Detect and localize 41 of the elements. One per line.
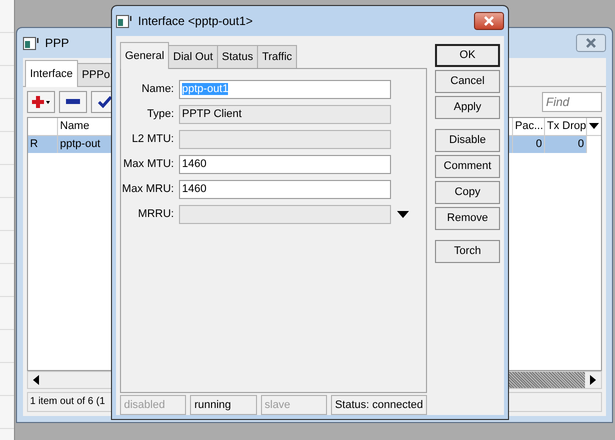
close-icon[interactable] [585,38,597,48]
status-cell: Status: connected [330,395,427,415]
tab[interactable]: Dial Out [168,45,218,68]
input-field[interactable]: 1460 [179,180,391,198]
add-button[interactable] [27,90,55,112]
window-title: PPP [45,35,70,52]
search-field[interactable]: Find [542,92,602,112]
flag-cell: R [28,136,58,152]
dialog-button[interactable]: Disable [435,129,500,152]
plus-icon[interactable] [31,94,51,108]
table-cell: 0 [513,136,545,152]
window-title: Interface <pptp-out1> [138,13,253,30]
status-cell: running [190,395,257,415]
field-label: Max MRU: [121,182,175,197]
close-button[interactable] [474,12,504,30]
remove-button[interactable] [59,90,87,112]
status-cell: disabled [120,395,186,415]
column-header[interactable]: Tx Drop [545,118,587,134]
status-cell: slave [260,395,327,415]
dialog-button[interactable]: Apply [435,96,500,119]
field-label: MRRU: [136,206,175,222]
checkmark-icon[interactable] [98,96,112,108]
field-label: Type: [146,106,175,122]
minus-icon[interactable] [66,98,80,104]
dialog-button[interactable]: Cancel [435,70,500,93]
dialog-button[interactable]: OK [435,44,500,67]
dialog-button[interactable]: Copy [435,181,500,204]
dialog-button[interactable]: Torch [435,240,500,263]
dialog-button[interactable]: Remove [435,207,500,230]
dropdown-arrow-icon[interactable] [397,209,411,219]
input-field[interactable]: 1460 [179,154,391,174]
tab[interactable]: Interface [25,60,78,86]
tab[interactable]: Traffic [257,45,298,68]
dialog-button[interactable]: Comment [435,155,500,178]
window-icon [116,14,132,28]
window-icon [23,36,39,50]
tab[interactable]: General [120,42,170,68]
tab[interactable]: Status [216,45,258,68]
field-label: Max MTU: [122,156,175,172]
column-header[interactable]: Pac... [513,118,545,134]
field-label: Name: [140,82,175,97]
